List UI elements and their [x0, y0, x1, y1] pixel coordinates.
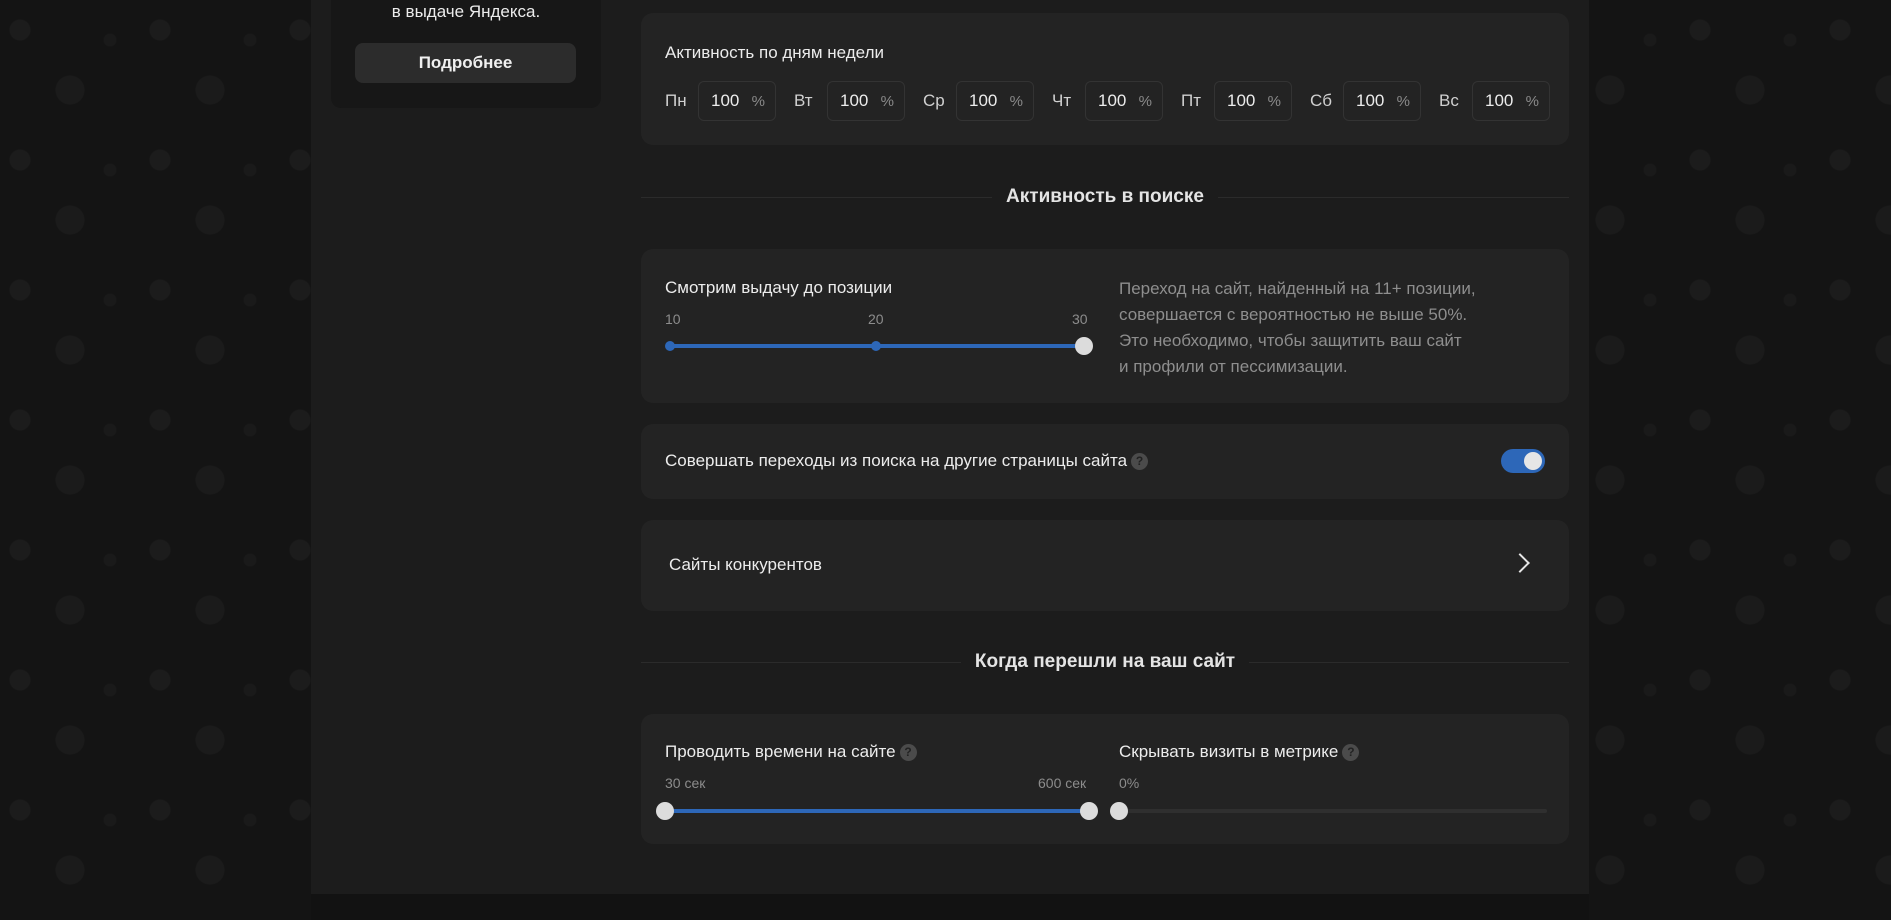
slider-stop[interactable] — [665, 341, 675, 351]
day-value: 100 — [1356, 91, 1385, 110]
description-line: совершается с вероятностью не выше 50%. — [1119, 305, 1468, 324]
hide-visits-slider-track[interactable] — [1125, 809, 1547, 813]
day-label: Вс — [1439, 91, 1459, 110]
inner-transitions-card: Совершать переходы из поиска на другие с… — [641, 424, 1569, 499]
competitors-card[interactable]: Сайты конкурентов — [641, 520, 1569, 611]
day-value: 100 — [969, 91, 998, 110]
footer-band — [311, 894, 1589, 920]
percent-sign: % — [1267, 92, 1281, 110]
hide-visits-label-wrap: Скрывать визиты в метрике? — [1119, 742, 1360, 762]
time-max-label: 600 сек — [1038, 775, 1087, 791]
day-percent-input[interactable]: 100% — [1214, 81, 1292, 121]
inner-transitions-label: Совершать переходы из поиска на другие с… — [665, 451, 1128, 470]
day-label: Вт — [794, 91, 813, 110]
day-percent-input[interactable]: 100% — [956, 81, 1034, 121]
time-on-site-label-wrap: Проводить времени на сайте? — [665, 742, 917, 762]
toggle-thumb — [1524, 452, 1542, 470]
description-line: Переход на сайт, найденный на 11+ позици… — [1119, 279, 1476, 298]
description-line: Это необходимо, чтобы защитить ваш сайт — [1119, 331, 1462, 350]
time-on-site-label: Проводить времени на сайте — [665, 742, 896, 761]
inner-transitions-toggle[interactable] — [1501, 449, 1545, 473]
day-tue: Вт 100% — [794, 81, 905, 121]
day-percent-input[interactable]: 100% — [1343, 81, 1421, 121]
time-slider-min-handle[interactable] — [656, 802, 674, 820]
day-value: 100 — [1485, 91, 1514, 110]
search-activity-heading: Активность в поиске — [641, 186, 1569, 208]
hide-visits-slider-handle[interactable] — [1110, 802, 1128, 820]
day-percent-input[interactable]: 100% — [1085, 81, 1163, 121]
on-site-card: Проводить времени на сайте? 30 сек 600 с… — [641, 714, 1569, 844]
percent-sign: % — [1138, 92, 1152, 110]
slider-stop[interactable] — [871, 341, 881, 351]
slider-tick-30: 30 — [1072, 311, 1088, 327]
time-slider-fill — [665, 809, 1093, 813]
weekday-activity-card: Активность по дням недели Пн 100% Вт 100… — [641, 13, 1569, 145]
more-button[interactable]: Подробнее — [355, 43, 576, 83]
inner-transitions-label-wrap: Совершать переходы из поиска на другие с… — [665, 451, 1149, 471]
section-title: Когда перешли на ваш сайт — [960, 651, 1250, 672]
help-icon[interactable]: ? — [1342, 744, 1360, 761]
day-value: 100 — [1227, 91, 1256, 110]
time-slider-max-handle[interactable] — [1080, 802, 1098, 820]
percent-sign: % — [1396, 92, 1410, 110]
weekday-activity-title: Активность по дням недели — [665, 43, 884, 62]
position-description: Переход на сайт, найденный на 11+ позици… — [1119, 276, 1476, 380]
competitors-label: Сайты конкурентов — [669, 555, 822, 574]
help-icon[interactable]: ? — [899, 744, 917, 761]
section-title: Активность в поиске — [992, 186, 1218, 207]
day-thu: Чт 100% — [1052, 81, 1163, 121]
position-slider-card: Смотрим выдачу до позиции 10 20 30 Перех… — [641, 249, 1569, 403]
hide-visits-value: 0% — [1119, 775, 1140, 791]
weekday-inputs: Пн 100% Вт 100% Ср 100% Чт 100% Пт 100% … — [665, 81, 1568, 121]
hide-visits-label: Скрывать визиты в метрике — [1119, 742, 1339, 761]
position-slider-handle[interactable] — [1075, 337, 1093, 355]
time-min-label: 30 сек — [665, 775, 706, 791]
percent-sign: % — [1009, 92, 1023, 110]
description-line: и профили от пессимизации. — [1119, 357, 1348, 376]
info-card-text: в выдаче Яндекса. — [391, 2, 541, 21]
percent-sign: % — [1525, 92, 1539, 110]
on-site-heading: Когда перешли на ваш сайт — [641, 651, 1569, 673]
day-sat: Сб 100% — [1310, 81, 1421, 121]
slider-tick-10: 10 — [665, 311, 681, 327]
day-percent-input[interactable]: 100% — [827, 81, 905, 121]
day-label: Чт — [1052, 91, 1072, 110]
day-label: Ср — [923, 91, 945, 110]
day-sun: Вс 100% — [1439, 81, 1550, 121]
info-card: в выдаче Яндекса. Подробнее — [331, 0, 601, 108]
position-slider-label: Смотрим выдачу до позиции — [665, 278, 893, 297]
help-icon[interactable]: ? — [1131, 453, 1149, 470]
day-value: 100 — [711, 91, 740, 110]
percent-sign: % — [751, 92, 765, 110]
day-value: 100 — [1098, 91, 1127, 110]
day-percent-input[interactable]: 100% — [698, 81, 776, 121]
slider-tick-20: 20 — [868, 311, 884, 327]
chevron-right-icon — [1510, 553, 1530, 573]
day-label: Пт — [1181, 91, 1202, 110]
day-label: Сб — [1310, 91, 1333, 110]
day-percent-input[interactable]: 100% — [1472, 81, 1550, 121]
day-wed: Ср 100% — [923, 81, 1034, 121]
day-value: 100 — [840, 91, 869, 110]
day-mon: Пн 100% — [665, 81, 776, 121]
day-label: Пн — [665, 91, 687, 110]
day-fri: Пт 100% — [1181, 81, 1292, 121]
percent-sign: % — [880, 92, 894, 110]
